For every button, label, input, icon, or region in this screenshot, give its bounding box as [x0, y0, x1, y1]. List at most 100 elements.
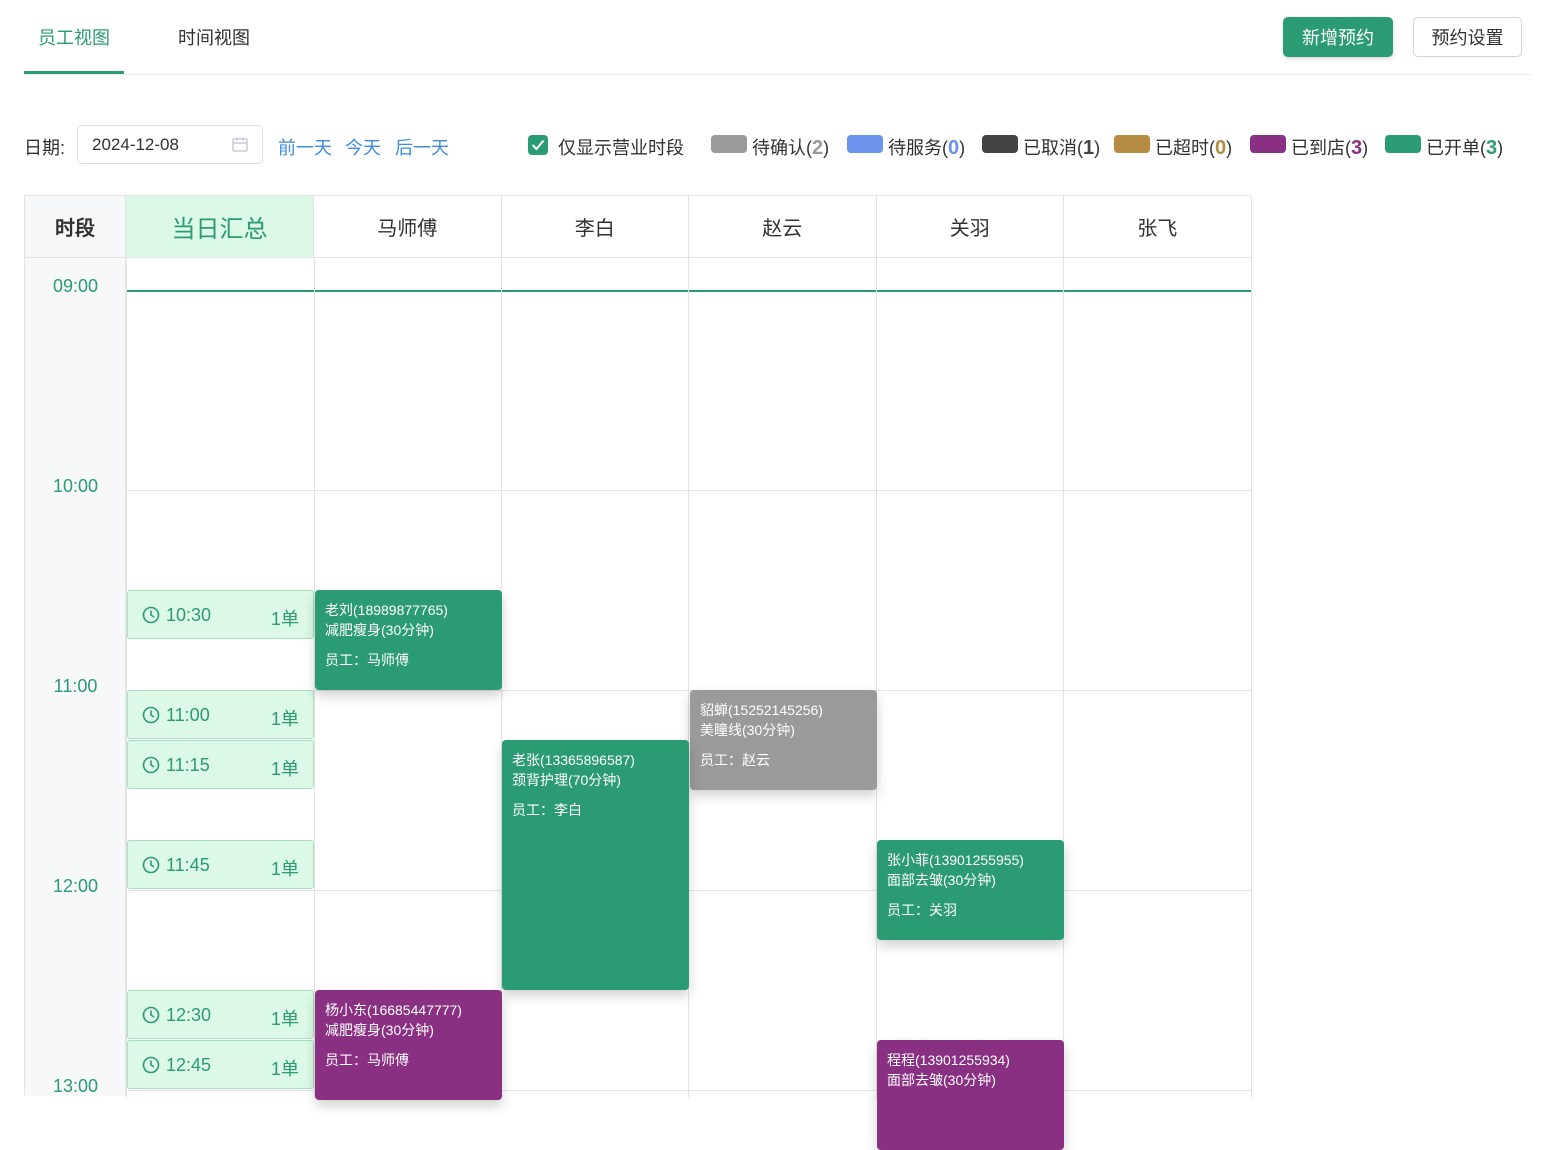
- appointment-service: 面部去皱(30分钟): [887, 1072, 996, 1088]
- legend-label: 待确认(: [752, 138, 812, 158]
- legend-swatch: [1114, 135, 1150, 153]
- legend-item: 已开单(3): [1426, 137, 1504, 159]
- appointment-customer: 貂蝉(15252145256): [700, 702, 823, 718]
- staff-header: 关羽: [876, 196, 1064, 258]
- hour-divider: [126, 1090, 1252, 1091]
- slot-count: 1单: [270, 1059, 299, 1079]
- clock-icon: [142, 1056, 160, 1074]
- legend-label: 已超时(: [1155, 138, 1215, 158]
- legend-item: 已取消(1): [1023, 137, 1101, 159]
- legend-count: 3: [1486, 137, 1498, 159]
- legend-swatch: [711, 135, 747, 153]
- appointment-service: 美瞳线(30分钟): [700, 722, 795, 738]
- appointment-staff: 员工：关羽: [887, 902, 957, 918]
- legend-count: 2: [812, 137, 824, 159]
- tab-time-view[interactable]: 时间视图: [178, 24, 250, 50]
- slot-count: 1单: [270, 1009, 299, 1029]
- legend-count: 1: [1083, 137, 1095, 159]
- appointment-service: 颈背护理(70分钟): [512, 772, 621, 788]
- appointment-customer: 老刘(18989877765): [325, 602, 448, 618]
- legend-count: 0: [1215, 137, 1227, 159]
- legend-swatch: [1385, 135, 1421, 153]
- appointment-staff: 员工：赵云: [700, 752, 770, 768]
- appointment-card[interactable]: 老张(13365896587) 颈背护理(70分钟) 员工：李白: [502, 740, 689, 990]
- time-header: 时段: [25, 196, 126, 258]
- slot-time: 11:00: [166, 705, 210, 725]
- filter-bar: 日期: 2024-12-08 前一天 今天 后一天 仅显示营业时段 待确认(2)…: [24, 125, 1534, 165]
- next-day-link[interactable]: 后一天: [395, 134, 449, 160]
- slot-time: 11:15: [166, 755, 210, 775]
- summary-slot[interactable]: 11:00 1单: [127, 690, 314, 739]
- staff-header: 李白: [501, 196, 689, 258]
- legend-swatch: [847, 135, 883, 153]
- tab-staff-view[interactable]: 员工视图: [38, 24, 110, 50]
- summary-slot[interactable]: 11:15 1单: [127, 740, 314, 789]
- appointment-card[interactable]: 老刘(18989877765) 减肥瘦身(30分钟) 员工：马师傅: [315, 590, 502, 690]
- appointment-customer: 老张(13365896587): [512, 752, 635, 768]
- summary-slot[interactable]: 12:45 1单: [127, 1040, 314, 1089]
- date-value: 2024-12-08: [92, 135, 179, 154]
- legend-item: 待确认(2): [752, 137, 830, 159]
- appointment-staff: 员工：马师傅: [325, 652, 409, 668]
- date-picker[interactable]: 2024-12-08: [77, 125, 263, 164]
- summary-header: 当日汇总: [126, 196, 314, 258]
- legend-label: 待服务(: [888, 138, 948, 158]
- summary-slot[interactable]: 11:45 1单: [127, 840, 314, 889]
- legend-label: 已到店(: [1291, 138, 1351, 158]
- legend-label: 已取消(: [1023, 138, 1083, 158]
- clock-icon: [142, 856, 160, 874]
- slot-time: 11:45: [166, 855, 210, 875]
- slot-count: 1单: [270, 609, 299, 629]
- clock-icon: [142, 1006, 160, 1024]
- appointment-staff: 员工：马师傅: [325, 1052, 409, 1068]
- appointment-card[interactable]: 貂蝉(15252145256) 美瞳线(30分钟) 员工：赵云: [690, 690, 877, 790]
- slot-time: 10:30: [166, 605, 212, 625]
- hour-label: 11:00: [53, 676, 98, 696]
- appointment-service: 减肥瘦身(30分钟): [325, 1022, 434, 1038]
- slot-time: 12:30: [166, 1005, 212, 1025]
- appointment-customer: 杨小东(16685447777): [325, 1002, 462, 1018]
- hour-divider: [126, 890, 1252, 891]
- slot-time: 12:45: [166, 1055, 212, 1075]
- staff-header: 张飞: [1064, 196, 1252, 258]
- new-appointment-button[interactable]: 新增预约: [1283, 17, 1393, 57]
- staff-header: 赵云: [689, 196, 877, 258]
- appointment-card[interactable]: 程程(13901255934) 面部去皱(30分钟): [877, 1040, 1064, 1150]
- appointment-service: 减肥瘦身(30分钟): [325, 622, 434, 638]
- legend-swatch: [1250, 135, 1286, 153]
- appointment-card[interactable]: 杨小东(16685447777) 减肥瘦身(30分钟) 员工：马师傅: [315, 990, 502, 1100]
- appointment-customer: 张小菲(13901255955): [887, 852, 1024, 868]
- check-icon: [531, 139, 545, 151]
- slot-count: 1单: [270, 859, 299, 879]
- staff-header: 马师傅: [314, 196, 502, 258]
- business-hours-label: 仅显示营业时段: [558, 138, 684, 158]
- column-divider: [875, 258, 877, 1098]
- summary-slot[interactable]: 12:30 1单: [127, 990, 314, 1039]
- legend-count: 3: [1351, 137, 1363, 159]
- hour-label: 09:00: [52, 276, 99, 296]
- prev-day-link[interactable]: 前一天: [278, 134, 332, 160]
- appointment-customer: 程程(13901255934): [887, 1052, 1010, 1068]
- date-label: 日期:: [24, 138, 66, 158]
- hour-label: 12:00: [52, 876, 99, 896]
- schedule-grid: 时段 当日汇总 马师傅 李白 赵云 关羽 张飞 09:00 10:00 11:00 12:00 1…: [24, 195, 1252, 1150]
- slot-count: 1单: [270, 709, 299, 729]
- appointment-card[interactable]: 张小菲(13901255955) 面部去皱(30分钟) 员工：关羽: [877, 840, 1064, 940]
- clock-icon: [142, 706, 160, 724]
- today-link[interactable]: 今天: [345, 134, 381, 160]
- column-divider: [1063, 258, 1064, 1098]
- time-column: [25, 196, 126, 1096]
- clock-icon: [142, 606, 160, 624]
- column-divider: [126, 258, 127, 1098]
- hour-divider: [126, 490, 1252, 491]
- appointment-settings-button[interactable]: 预约设置: [1413, 17, 1522, 57]
- clock-icon: [142, 756, 160, 774]
- legend-item: 已超时(0): [1155, 137, 1233, 159]
- hour-label: 10:00: [52, 476, 99, 496]
- legend-count: 0: [948, 137, 960, 159]
- appointment-service: 面部去皱(30分钟): [887, 872, 996, 888]
- summary-slot[interactable]: 10:30 1单: [127, 590, 314, 639]
- legend-label: 已开单(: [1426, 138, 1486, 158]
- business-hours-checkbox[interactable]: [528, 135, 548, 155]
- legend-item: 待服务(0): [888, 137, 966, 159]
